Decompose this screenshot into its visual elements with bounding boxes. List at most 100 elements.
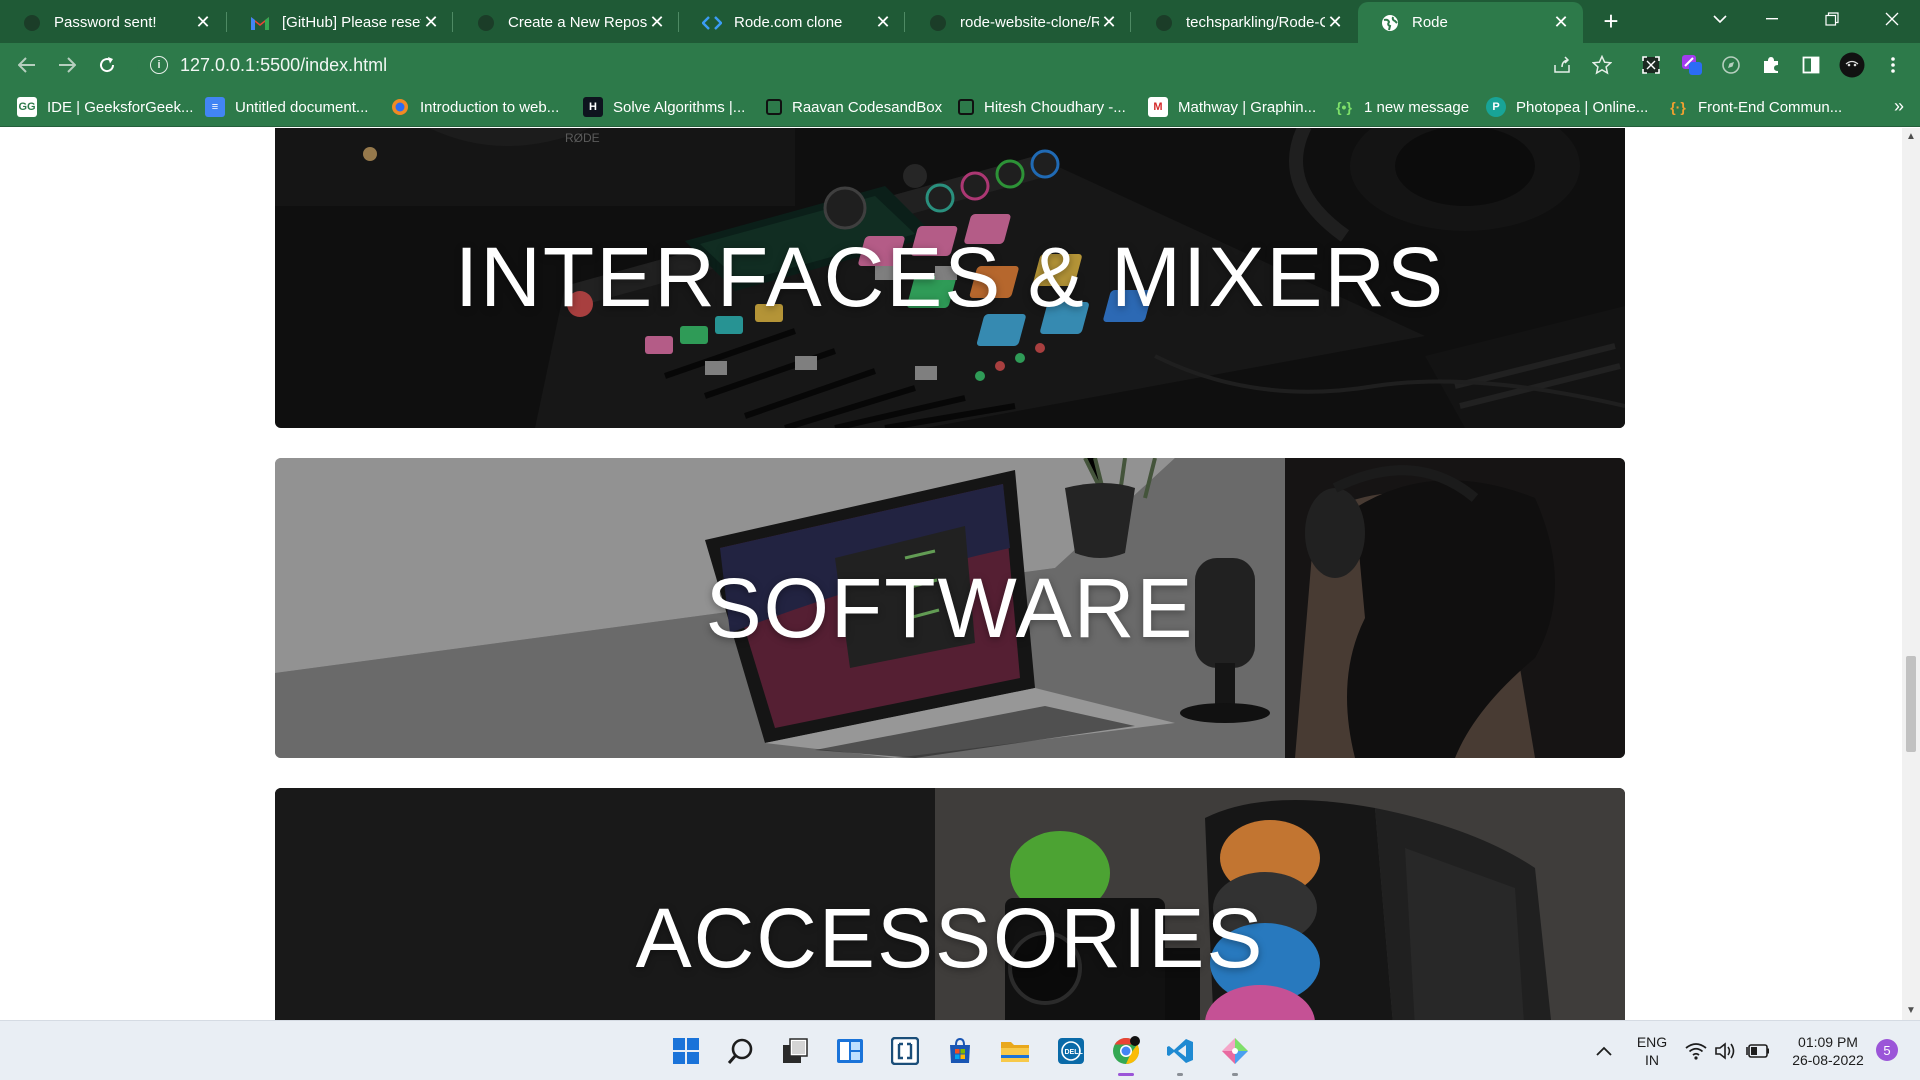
tab-close-icon[interactable]: ✕ xyxy=(421,12,441,33)
bookmark-item[interactable]: M Mathway | Graphin... xyxy=(1148,95,1316,119)
vscode-icon[interactable] xyxy=(1163,1034,1197,1076)
git-icon[interactable] xyxy=(1218,1034,1252,1076)
side-panel-icon[interactable] xyxy=(1798,52,1824,78)
menu-kebab-icon[interactable] xyxy=(1880,52,1906,78)
clock-time: 01:09 PM xyxy=(1798,1034,1858,1050)
dell-icon[interactable]: DELL xyxy=(1054,1034,1088,1068)
share-icon[interactable] xyxy=(1549,52,1575,78)
github-icon xyxy=(1154,13,1174,33)
tab-title: [GitHub] Please reset xyxy=(282,14,421,31)
category-card-accessories[interactable]: ACCESSORIES xyxy=(275,788,1625,1020)
category-card-interfaces-mixers[interactable]: RØDE INTERFACES & MIXERS xyxy=(275,128,1625,428)
extension-color-icon[interactable] xyxy=(1679,52,1705,78)
tab-title: techsparkling/Rode-C xyxy=(1186,14,1325,31)
bookmark-item[interactable]: Hitesh Choudhary -... xyxy=(958,95,1126,119)
address-bar-url[interactable]: 127.0.0.1:5500/index.html xyxy=(180,55,387,76)
bookmark-item[interactable]: Introduction to web... xyxy=(390,95,559,119)
page-scrollbar[interactable]: ▲ ▼ xyxy=(1902,128,1920,1020)
restore-button[interactable] xyxy=(1804,0,1860,38)
wifi-icon[interactable] xyxy=(1683,1034,1709,1068)
search-icon[interactable] xyxy=(724,1034,758,1068)
extension-capture-icon[interactable] xyxy=(1638,52,1664,78)
tab-title: Create a New Reposit xyxy=(508,14,647,31)
scroll-up-icon[interactable]: ▲ xyxy=(1906,132,1916,142)
bookmark-item[interactable]: ≡ Untitled document... xyxy=(205,95,368,119)
tab-github-reset[interactable]: [GitHub] Please reset ✕ xyxy=(228,2,453,43)
tab-close-icon[interactable]: ✕ xyxy=(193,12,213,33)
language-indicator[interactable]: ENG IN xyxy=(1634,1021,1670,1080)
tab-divider xyxy=(226,12,227,32)
gfg-icon: GG xyxy=(17,97,37,117)
card-title: INTERFACES & MIXERS xyxy=(454,229,1446,324)
tab-strip: Password sent! ✕ [GitHub] Please reset ✕… xyxy=(0,0,1920,43)
bookmark-item[interactable]: Raavan CodesandBox xyxy=(766,95,942,119)
tab-password-sent[interactable]: Password sent! ✕ xyxy=(0,2,225,43)
bookmark-star-icon[interactable] xyxy=(1589,52,1615,78)
back-button[interactable] xyxy=(11,49,43,81)
forward-button[interactable] xyxy=(51,49,83,81)
terminal-icon[interactable] xyxy=(888,1034,922,1068)
bookmark-label: Mathway | Graphin... xyxy=(1178,98,1317,116)
minimize-button[interactable] xyxy=(1744,0,1800,38)
file-explorer-icon[interactable] xyxy=(998,1034,1032,1068)
tab-close-icon[interactable]: ✕ xyxy=(873,12,893,33)
bookmarks-bar: GG IDE | GeeksforGeek... ≡ Untitled docu… xyxy=(0,87,1920,127)
tab-close-icon[interactable]: ✕ xyxy=(647,12,667,33)
extension-compass-icon[interactable] xyxy=(1718,52,1744,78)
extensions-puzzle-icon[interactable] xyxy=(1758,52,1784,78)
store-icon[interactable] xyxy=(943,1034,977,1068)
tab-title: Rode xyxy=(1412,14,1448,31)
mathway-icon: M xyxy=(1148,97,1168,117)
language-region: IN xyxy=(1645,1052,1659,1068)
bookmark-label: Raavan CodesandBox xyxy=(792,98,943,116)
tab-close-icon[interactable]: ✕ xyxy=(1325,12,1345,33)
volume-icon[interactable] xyxy=(1713,1034,1739,1068)
codesandbox-icon xyxy=(958,99,974,115)
bookmark-item[interactable]: {•} 1 new message xyxy=(1334,95,1469,119)
bookmark-label: 1 new message xyxy=(1364,98,1470,116)
address-bar[interactable]: i 127.0.0.1:5500/index.html xyxy=(137,49,1597,81)
bookmark-label: Solve Algorithms |... xyxy=(613,98,746,116)
task-view-icon[interactable] xyxy=(778,1034,812,1068)
windows-taskbar: DELL ENG IN 01:09 PM 26-08-2022 5 xyxy=(0,1020,1920,1080)
bookmark-label: Photopea | Online... xyxy=(1516,98,1649,116)
clock[interactable]: 01:09 PM 26-08-2022 xyxy=(1782,1021,1874,1080)
web-icon xyxy=(390,97,410,117)
scroll-down-icon[interactable]: ▼ xyxy=(1906,1006,1916,1016)
profile-avatar[interactable] xyxy=(1839,52,1865,78)
tab-divider xyxy=(678,12,679,32)
notification-center[interactable]: 5 xyxy=(1874,1037,1900,1063)
bookmark-item[interactable]: H Solve Algorithms |... xyxy=(583,95,745,119)
tab-rode[interactable]: Rode ✕ xyxy=(1358,2,1583,43)
tab-search-icon[interactable] xyxy=(1692,0,1748,38)
github-icon xyxy=(928,13,948,33)
tab-rode-website-clone[interactable]: rode-website-clone/R ✕ xyxy=(906,2,1131,43)
new-tab-button[interactable]: + xyxy=(1596,6,1626,36)
tab-title: Password sent! xyxy=(54,14,157,31)
gmail-icon xyxy=(250,13,270,33)
tab-rode-clone[interactable]: Rode.com clone ✕ xyxy=(680,2,905,43)
close-window-button[interactable] xyxy=(1864,0,1920,38)
tab-create-repo[interactable]: Create a New Reposit ✕ xyxy=(454,2,679,43)
widgets-icon[interactable] xyxy=(833,1034,867,1068)
bookmark-item[interactable]: GG IDE | GeeksforGeek... xyxy=(17,95,193,119)
tab-title: rode-website-clone/R xyxy=(960,14,1099,31)
tab-close-icon[interactable]: ✕ xyxy=(1551,12,1571,33)
chrome-icon[interactable] xyxy=(1109,1034,1143,1076)
tab-techsparkling-rode[interactable]: techsparkling/Rode-C ✕ xyxy=(1132,2,1357,43)
language-code: ENG xyxy=(1636,1034,1668,1050)
bookmarks-overflow-icon[interactable]: » xyxy=(1894,96,1904,117)
windows-start-icon[interactable] xyxy=(669,1034,703,1068)
tab-close-icon[interactable]: ✕ xyxy=(1099,12,1119,33)
tab-divider xyxy=(1130,12,1131,32)
tab-divider xyxy=(904,12,905,32)
reload-button[interactable] xyxy=(91,49,123,81)
site-info-icon[interactable]: i xyxy=(150,56,168,74)
bookmark-item[interactable]: {·} Front-End Commun... xyxy=(1668,95,1842,119)
category-card-software[interactable]: SOFTWARE xyxy=(275,458,1625,758)
battery-icon[interactable] xyxy=(1745,1034,1771,1068)
bookmark-item[interactable]: P Photopea | Online... xyxy=(1486,95,1648,119)
scrollbar-thumb[interactable] xyxy=(1906,656,1916,752)
bookmark-label: Hitesh Choudhary -... xyxy=(984,98,1126,116)
tray-overflow-chevron-icon[interactable] xyxy=(1590,1034,1618,1068)
